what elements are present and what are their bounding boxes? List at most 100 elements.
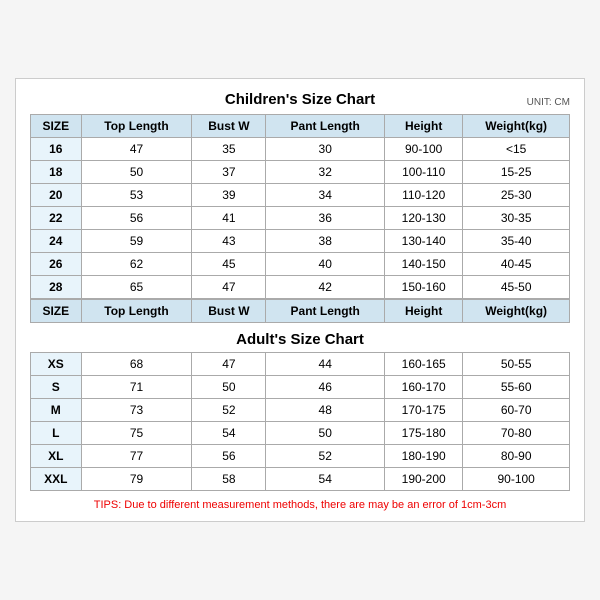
adult-col-header-pant-length: Pant Length	[266, 300, 385, 323]
table-cell: 47	[81, 138, 192, 161]
table-row: 18503732100-11015-25	[31, 161, 570, 184]
table-cell: 110-120	[385, 184, 463, 207]
table-row: L755450175-18070-80	[31, 422, 570, 445]
table-cell: 73	[81, 399, 192, 422]
table-cell: 58	[192, 468, 266, 491]
col-header-pant-length: Pant Length	[266, 115, 385, 138]
table-cell: 56	[192, 445, 266, 468]
table-cell: XL	[31, 445, 82, 468]
table-cell: 36	[266, 207, 385, 230]
table-cell: 24	[31, 230, 82, 253]
unit-label: UNIT: CM	[527, 97, 570, 108]
table-cell: 160-170	[385, 376, 463, 399]
table-row: 28654742150-16045-50	[31, 276, 570, 299]
table-cell: 53	[81, 184, 192, 207]
table-cell: 38	[266, 230, 385, 253]
children-size-table: SIZE Top Length Bust W Pant Length Heigh…	[30, 114, 570, 299]
adult-table-body: XS684744160-16550-55S715046160-17055-60M…	[31, 353, 570, 491]
table-cell: 50	[81, 161, 192, 184]
table-cell: XS	[31, 353, 82, 376]
table-cell: 80-90	[463, 445, 570, 468]
table-cell: 190-200	[385, 468, 463, 491]
table-cell: 79	[81, 468, 192, 491]
table-cell: 65	[81, 276, 192, 299]
size-chart-container: Children's Size Chart UNIT: CM SIZE Top …	[15, 78, 585, 522]
table-row: XL775652180-19080-90	[31, 445, 570, 468]
table-cell: 52	[192, 399, 266, 422]
table-cell: 46	[266, 376, 385, 399]
children-chart-title: Children's Size Chart	[225, 91, 375, 108]
adult-chart-title: Adult's Size Chart	[31, 323, 570, 353]
table-cell: 50	[266, 422, 385, 445]
table-cell: 47	[192, 353, 266, 376]
adult-col-header-bust-w: Bust W	[192, 300, 266, 323]
table-cell: 41	[192, 207, 266, 230]
table-cell: 130-140	[385, 230, 463, 253]
table-cell: S	[31, 376, 82, 399]
table-cell: 68	[81, 353, 192, 376]
table-cell: 120-130	[385, 207, 463, 230]
table-cell: 44	[266, 353, 385, 376]
table-cell: 50	[192, 376, 266, 399]
table-cell: L	[31, 422, 82, 445]
table-cell: 37	[192, 161, 266, 184]
table-cell: 150-160	[385, 276, 463, 299]
adult-col-header-size: SIZE	[31, 300, 82, 323]
table-cell: 35-40	[463, 230, 570, 253]
table-cell: 25-30	[463, 184, 570, 207]
table-cell: 43	[192, 230, 266, 253]
table-row: XXL795854190-20090-100	[31, 468, 570, 491]
table-cell: XXL	[31, 468, 82, 491]
table-cell: 175-180	[385, 422, 463, 445]
table-cell: 20	[31, 184, 82, 207]
table-cell: 30	[266, 138, 385, 161]
table-cell: 59	[81, 230, 192, 253]
table-cell: 75	[81, 422, 192, 445]
table-row: 24594338130-14035-40	[31, 230, 570, 253]
col-header-weight: Weight(kg)	[463, 115, 570, 138]
table-cell: M	[31, 399, 82, 422]
table-row: S715046160-17055-60	[31, 376, 570, 399]
table-cell: 140-150	[385, 253, 463, 276]
col-header-height: Height	[385, 115, 463, 138]
table-cell: 50-55	[463, 353, 570, 376]
table-cell: 100-110	[385, 161, 463, 184]
adult-col-header-weight: Weight(kg)	[463, 300, 570, 323]
table-cell: 60-70	[463, 399, 570, 422]
table-cell: 39	[192, 184, 266, 207]
table-cell: 34	[266, 184, 385, 207]
col-header-top-length: Top Length	[81, 115, 192, 138]
table-cell: 45	[192, 253, 266, 276]
children-table-body: 1647353090-100<1518503732100-11015-25205…	[31, 138, 570, 299]
adult-header-row: SIZE Top Length Bust W Pant Length Heigh…	[31, 300, 570, 323]
table-row: XS684744160-16550-55	[31, 353, 570, 376]
table-cell: 77	[81, 445, 192, 468]
table-cell: 48	[266, 399, 385, 422]
table-cell: <15	[463, 138, 570, 161]
table-row: 26624540140-15040-45	[31, 253, 570, 276]
table-cell: 28	[31, 276, 82, 299]
table-cell: 30-35	[463, 207, 570, 230]
children-title-row: Children's Size Chart UNIT: CM	[30, 91, 570, 108]
table-cell: 18	[31, 161, 82, 184]
col-header-size: SIZE	[31, 115, 82, 138]
table-cell: 15-25	[463, 161, 570, 184]
tips-text: TIPS: Due to different measurement metho…	[30, 499, 570, 511]
table-cell: 47	[192, 276, 266, 299]
table-cell: 170-175	[385, 399, 463, 422]
table-cell: 40-45	[463, 253, 570, 276]
table-cell: 22	[31, 207, 82, 230]
table-cell: 160-165	[385, 353, 463, 376]
table-cell: 71	[81, 376, 192, 399]
adult-col-header-height: Height	[385, 300, 463, 323]
children-header-row: SIZE Top Length Bust W Pant Length Heigh…	[31, 115, 570, 138]
table-cell: 55-60	[463, 376, 570, 399]
table-cell: 42	[266, 276, 385, 299]
table-cell: 54	[266, 468, 385, 491]
table-cell: 32	[266, 161, 385, 184]
table-cell: 180-190	[385, 445, 463, 468]
table-cell: 26	[31, 253, 82, 276]
table-cell: 45-50	[463, 276, 570, 299]
table-cell: 62	[81, 253, 192, 276]
table-row: 1647353090-100<15	[31, 138, 570, 161]
